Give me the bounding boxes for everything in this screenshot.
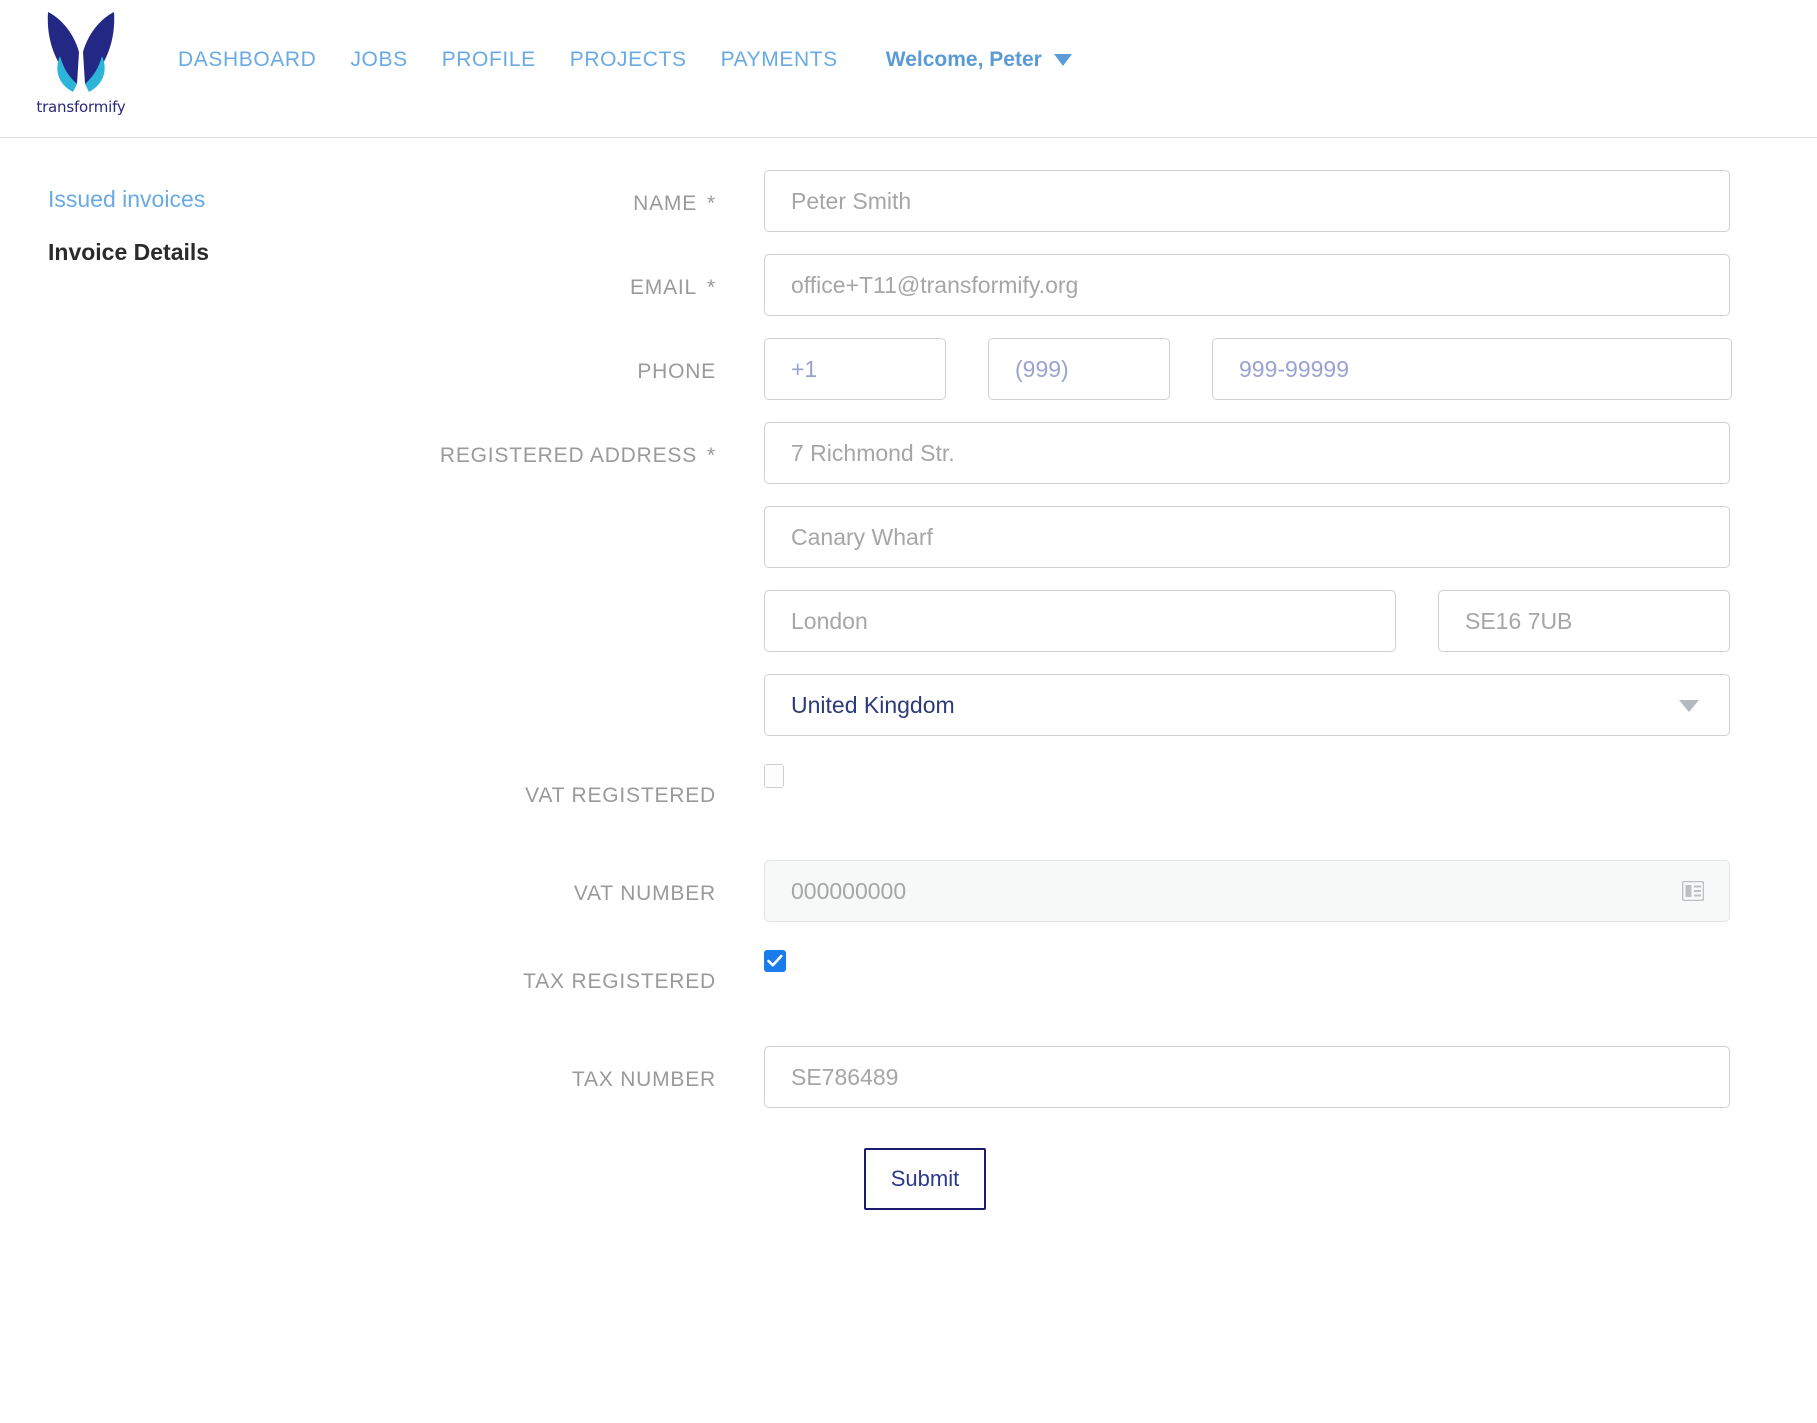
address-line2-label-spacer [430, 506, 764, 528]
sidebar: Issued invoices Invoice Details [0, 138, 430, 1210]
invoice-details-form: NAME * EMAIL * PHONE [430, 138, 1817, 1210]
nav-item-projects[interactable]: PROJECTS [570, 48, 687, 72]
registered-address-label: REGISTERED ADDRESS * [430, 422, 764, 468]
email-label-text: EMAIL [629, 276, 698, 299]
nav-item-payments[interactable]: PAYMENTS [721, 48, 838, 72]
name-required-asterisk: * [707, 192, 716, 215]
field-row-name: NAME * [430, 170, 1817, 232]
field-row-email: EMAIL * [430, 254, 1817, 316]
address-required-asterisk: * [707, 444, 716, 467]
phone-label: PHONE [637, 360, 716, 383]
field-row-city-postcode [430, 590, 1817, 652]
chevron-down-icon[interactable] [1053, 54, 1072, 66]
site-header: transformify DASHBOARD JOBS PROFILE PROJ… [0, 0, 1817, 138]
postcode-input[interactable] [1438, 590, 1730, 652]
field-row-tax-number: TAX NUMBER [430, 1046, 1817, 1108]
vat-registered-checkbox[interactable] [764, 764, 784, 788]
address-line1-input[interactable] [764, 422, 1730, 484]
country-select[interactable]: United Kingdom [764, 674, 1730, 736]
field-row-tax-registered: TAX REGISTERED [430, 944, 1817, 994]
country-label-spacer [430, 674, 764, 696]
email-input[interactable] [764, 254, 1730, 316]
vat-number-label: VAT NUMBER [573, 882, 716, 905]
nav-item-dashboard[interactable]: DASHBOARD [178, 48, 316, 72]
field-row-country: United Kingdom [430, 674, 1817, 736]
city-label-spacer [430, 590, 764, 612]
vat-registered-label: VAT REGISTERED [525, 784, 716, 807]
main-nav: DASHBOARD JOBS PROFILE PROJECTS PAYMENTS… [178, 48, 1072, 72]
name-input[interactable] [764, 170, 1730, 232]
sidebar-item-invoice-details: Invoice Details [48, 239, 210, 265]
name-label-text: NAME [633, 192, 698, 215]
address-line2-input[interactable] [764, 506, 1730, 568]
submit-row: Submit [430, 1148, 1817, 1210]
nav-item-jobs[interactable]: JOBS [350, 48, 407, 72]
vat-number-input[interactable] [764, 860, 1730, 922]
city-input[interactable] [764, 590, 1396, 652]
tax-registered-checkbox[interactable] [764, 950, 786, 972]
sidebar-item-issued-invoices[interactable]: Issued invoices [48, 186, 430, 213]
field-row-phone: PHONE [430, 338, 1817, 400]
country-select-value: United Kingdom [791, 691, 955, 718]
field-row-address-line2 [430, 506, 1817, 568]
triangle-down-icon[interactable] [1679, 700, 1699, 712]
brand-logo[interactable]: transformify [22, 6, 140, 116]
nav-item-profile[interactable]: PROFILE [442, 48, 536, 72]
tax-number-label: TAX NUMBER [571, 1068, 716, 1091]
butterfly-wings-logo-icon [47, 12, 115, 92]
tax-number-input[interactable] [764, 1046, 1730, 1108]
phone-number-input[interactable] [1212, 338, 1732, 400]
invoice-details-page: transformify DASHBOARD JOBS PROFILE PROJ… [0, 0, 1817, 1423]
registered-address-label-text: REGISTERED ADDRESS [439, 444, 698, 467]
page-content: Issued invoices Invoice Details NAME * EM… [0, 138, 1817, 1210]
name-label: NAME * [430, 170, 764, 216]
tax-registered-label: TAX REGISTERED [523, 970, 716, 993]
phone-area-code-input[interactable] [988, 338, 1170, 400]
field-row-vat-number: VAT NUMBER [430, 860, 1817, 922]
user-menu-label[interactable]: Welcome, Peter [886, 48, 1042, 72]
phone-country-code-input[interactable] [764, 338, 946, 400]
check-icon [767, 954, 783, 967]
email-required-asterisk: * [707, 276, 716, 299]
field-row-vat-registered: VAT REGISTERED [430, 758, 1817, 808]
email-label: EMAIL * [430, 254, 764, 300]
field-row-address-line1: REGISTERED ADDRESS * [430, 422, 1817, 484]
submit-button[interactable]: Submit [864, 1148, 986, 1210]
id-card-icon [1682, 881, 1704, 901]
brand-wordmark: transformify [36, 98, 126, 116]
